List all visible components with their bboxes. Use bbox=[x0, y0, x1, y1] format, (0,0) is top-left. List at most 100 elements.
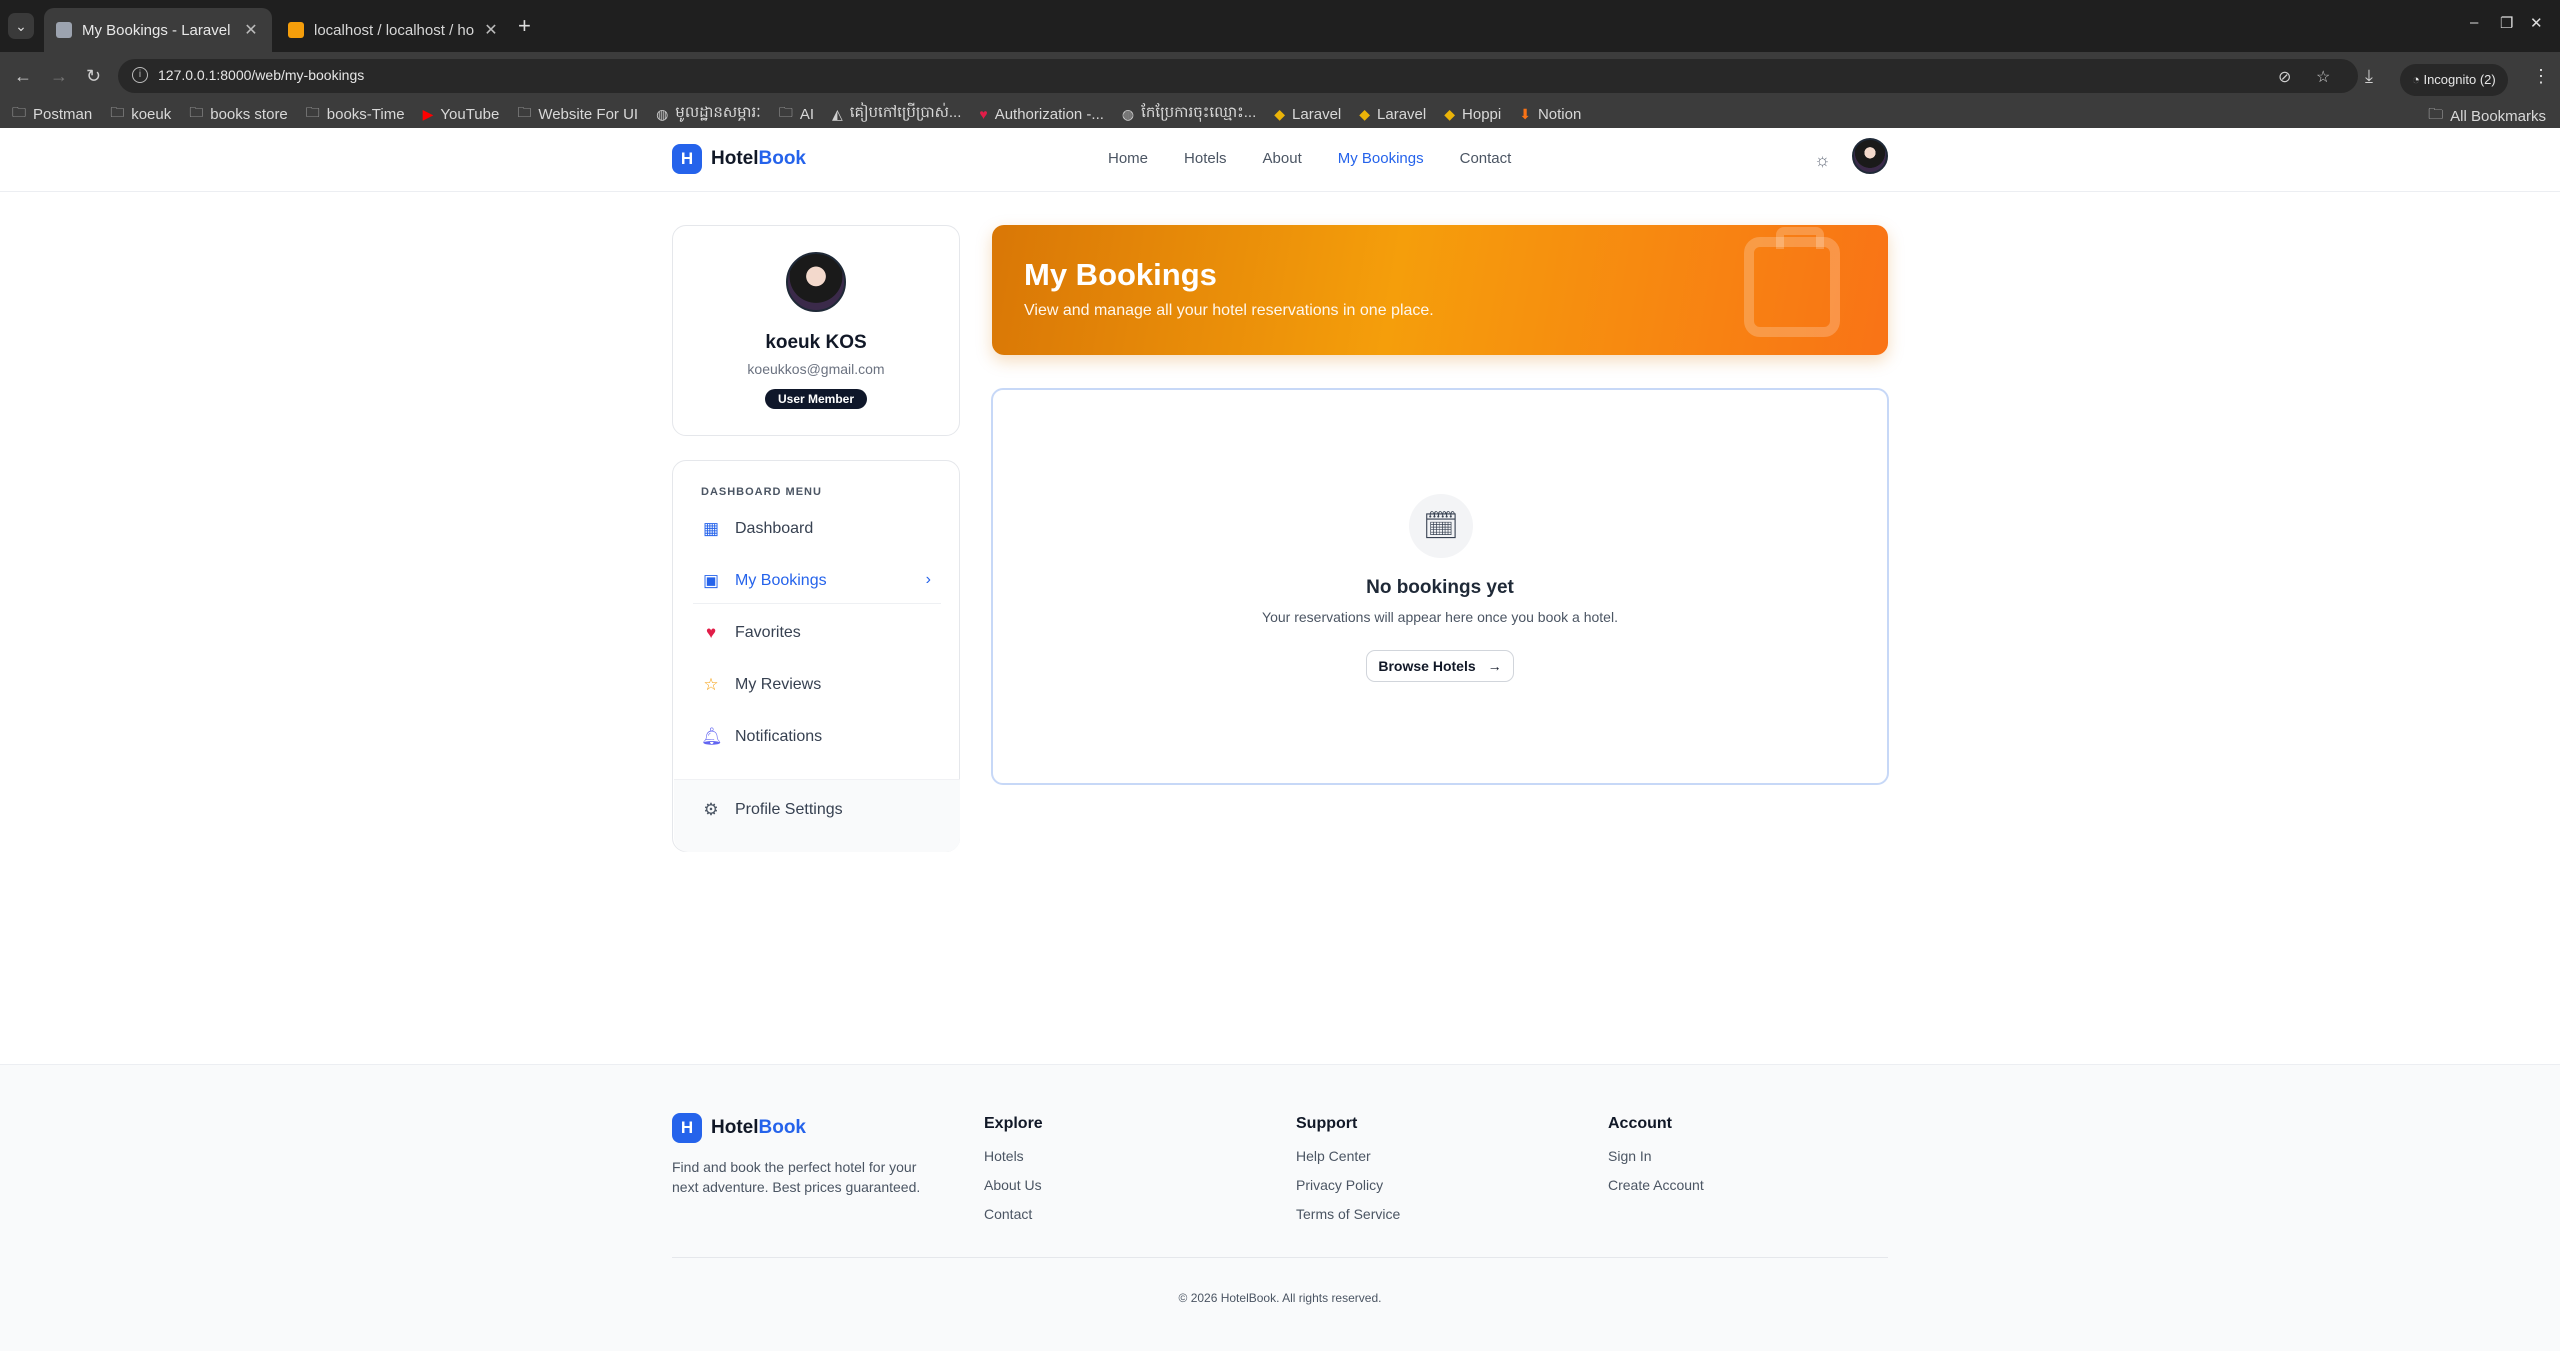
logo-text-book: Book bbox=[758, 148, 807, 169]
bookmark-label: books-Time bbox=[326, 105, 405, 123]
user-avatar[interactable] bbox=[1852, 138, 1888, 174]
eye-off-icon[interactable]: ⊘ bbox=[2278, 67, 2291, 87]
minimize-icon[interactable]: – bbox=[2470, 14, 2478, 31]
bookmark-item[interactable]: 🗀 koeuk bbox=[110, 102, 171, 126]
bookmark-item[interactable]: 🗀 AI bbox=[779, 102, 814, 126]
folder-icon: 🗀 bbox=[110, 104, 125, 120]
laravel-icon: ◆ bbox=[1359, 105, 1371, 122]
bookmark-item[interactable]: ▶ YouTube bbox=[423, 106, 500, 123]
bookmark-item[interactable]: 🗀 Postman bbox=[12, 102, 92, 126]
laravel-icon: ◆ bbox=[1444, 105, 1456, 122]
bookmark-label: books store bbox=[210, 105, 288, 123]
incognito-icon: ◔ bbox=[2412, 72, 2424, 87]
browse-hotels-button[interactable]: Browse Hotels → bbox=[1366, 650, 1514, 682]
sidebar-item-my-bookings[interactable]: ▣ My Bookings › bbox=[693, 558, 941, 604]
nav-contact[interactable]: Contact bbox=[1460, 150, 1512, 167]
browser-tab-inactive[interactable]: localhost / localhost / ho ✕ bbox=[276, 8, 512, 52]
bookmark-item[interactable]: 🗀 Website For UI bbox=[517, 102, 638, 126]
chevron-right-icon: › bbox=[925, 571, 931, 588]
bookmark-label: Notion bbox=[1537, 105, 1582, 123]
laravel-icon: ◆ bbox=[1274, 105, 1286, 122]
profile-email: koeukkos@gmail.com bbox=[747, 361, 885, 377]
bookmark-item[interactable]: ◆ Hoppi bbox=[1444, 106, 1501, 123]
address-bar[interactable]: i 127.0.0.1:8000/web/my-bookings ⊘ ☆ bbox=[118, 59, 2358, 93]
star-bookmark-icon[interactable]: ☆ bbox=[2316, 67, 2330, 87]
grid-icon: ▦ bbox=[702, 519, 720, 538]
footer-link-terms[interactable]: Terms of Service bbox=[1296, 1206, 1400, 1222]
bookmark-label: កែប្រែការចុះឈ្មោះ... bbox=[1141, 104, 1257, 121]
drive-icon: ◭ bbox=[832, 105, 843, 122]
nav-about[interactable]: About bbox=[1263, 150, 1302, 167]
logo-mark: H bbox=[672, 144, 702, 174]
footer-link-help-center[interactable]: Help Center bbox=[1296, 1148, 1400, 1164]
sidebar-item-profile-settings[interactable]: ⚙ Profile Settings bbox=[693, 787, 941, 833]
sidebar-item-notifications[interactable]: 🔔︎ Notifications bbox=[693, 714, 941, 760]
laravel-favicon-icon bbox=[56, 22, 72, 38]
url-text[interactable]: 127.0.0.1:8000/web/my-bookings bbox=[158, 67, 364, 83]
footer-divider bbox=[672, 1257, 1888, 1258]
sidebar-item-dashboard[interactable]: ▦ Dashboard bbox=[693, 506, 941, 552]
bookmark-item[interactable]: ◆ Laravel bbox=[1359, 106, 1426, 123]
site-info-icon[interactable]: i bbox=[132, 67, 148, 83]
footer-link-privacy-policy[interactable]: Privacy Policy bbox=[1296, 1177, 1400, 1193]
footer-link-create-account[interactable]: Create Account bbox=[1608, 1177, 1704, 1193]
browse-hotels-label: Browse Hotels bbox=[1378, 658, 1476, 674]
back-arrow-icon[interactable]: ← bbox=[14, 66, 32, 87]
close-icon[interactable]: ✕ bbox=[482, 20, 500, 40]
folder-icon: 🗀 bbox=[2428, 106, 2444, 123]
page-title: My Bookings bbox=[1024, 257, 1217, 292]
bookmark-item[interactable]: ◭ គៀបកៅប្រើប្រាស់... bbox=[832, 103, 961, 125]
bookmark-item[interactable]: ⬇ Notion bbox=[1519, 106, 1581, 123]
bookmark-item[interactable]: ◍ មូលដ្ឋានសម្ភារៈ bbox=[656, 103, 761, 125]
folder-icon: 🗀 bbox=[189, 104, 204, 120]
heart-icon: ♥ bbox=[979, 106, 988, 122]
sun-theme-toggle-icon[interactable]: ☼ bbox=[1814, 150, 1831, 171]
calendar-check-icon: 🗓 bbox=[1409, 494, 1473, 558]
tab-search-chevron-icon[interactable]: ⌄ bbox=[8, 13, 34, 39]
menu-heading: DASHBOARD MENU bbox=[701, 486, 822, 498]
profile-avatar bbox=[786, 252, 846, 312]
bookmark-label: Laravel bbox=[1292, 105, 1342, 123]
bookmark-item[interactable]: ◆ Laravel bbox=[1274, 106, 1341, 123]
window-close-icon[interactable]: ✕ bbox=[2530, 14, 2543, 32]
tab-title: My Bookings - Laravel bbox=[82, 21, 231, 39]
folder-icon: 🗀 bbox=[305, 104, 320, 120]
bookmark-item[interactable]: 🗀 books store bbox=[189, 102, 288, 126]
nav-hotels[interactable]: Hotels bbox=[1184, 150, 1227, 167]
browser-menu-icon[interactable]: ⋮ bbox=[2532, 66, 2550, 87]
globe-icon: ◍ bbox=[1121, 105, 1135, 122]
globe-icon: ◍ bbox=[656, 105, 669, 122]
download-icon[interactable]: ⤓ bbox=[2365, 66, 2373, 87]
browser-tab-active[interactable]: My Bookings - Laravel ✕ bbox=[44, 8, 272, 52]
forward-arrow-icon[interactable]: → bbox=[50, 66, 68, 87]
member-badge: User Member bbox=[765, 389, 867, 409]
sidebar-item-my-reviews[interactable]: ☆ My Reviews bbox=[693, 662, 941, 708]
new-tab-plus-icon[interactable]: + bbox=[518, 13, 531, 39]
incognito-badge[interactable]: ◔ Incognito (2) bbox=[2400, 64, 2508, 96]
logo[interactable]: H HotelBook bbox=[672, 144, 806, 174]
restore-icon[interactable]: ❐ bbox=[2500, 14, 2513, 32]
sidebar-item-label: Profile Settings bbox=[735, 801, 843, 818]
footer-logo-text-hotel: Hotel bbox=[711, 1117, 759, 1138]
close-icon[interactable]: ✕ bbox=[242, 20, 260, 40]
all-bookmarks[interactable]: 🗀 All Bookmarks bbox=[2428, 104, 2546, 129]
reload-icon[interactable]: ↻ bbox=[86, 66, 101, 87]
footer-link-sign-in[interactable]: Sign In bbox=[1608, 1148, 1704, 1164]
arrow-right-icon: → bbox=[1487, 658, 1502, 674]
sidebar-item-favorites[interactable]: ♥ Favorites bbox=[693, 610, 941, 656]
bookmarks-bar: 🗀 Postman 🗀 koeuk 🗀 books store 🗀 books-Time ▶ Yo… bbox=[0, 100, 2560, 128]
folder-icon: 🗀 bbox=[778, 104, 793, 120]
bookmark-item[interactable]: ◍ កែប្រែការចុះឈ្មោះ... bbox=[1122, 103, 1256, 125]
bookmark-item[interactable]: ♥ Authorization -... bbox=[979, 106, 1104, 123]
footer-column-title: Explore bbox=[984, 1115, 1043, 1132]
nav-home[interactable]: Home bbox=[1108, 150, 1148, 167]
browser-tab-bar: ⌄ My Bookings - Laravel ✕ localhost / lo… bbox=[0, 0, 2560, 52]
nav-my-bookings[interactable]: My Bookings bbox=[1338, 150, 1424, 167]
all-bookmarks-label: All Bookmarks bbox=[2450, 108, 2546, 125]
bookmark-item[interactable]: 🗀 books-Time bbox=[306, 102, 405, 126]
footer-logo[interactable]: H HotelBook bbox=[672, 1113, 806, 1143]
footer-link-contact[interactable]: Contact bbox=[984, 1206, 1043, 1222]
footer-link-about-us[interactable]: About Us bbox=[984, 1177, 1043, 1193]
footer-link-hotels[interactable]: Hotels bbox=[984, 1148, 1043, 1164]
bookmark-label: koeuk bbox=[131, 105, 172, 123]
